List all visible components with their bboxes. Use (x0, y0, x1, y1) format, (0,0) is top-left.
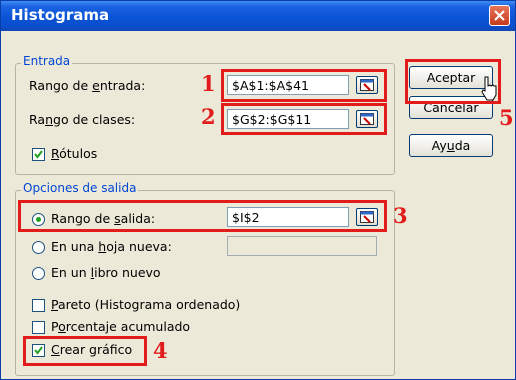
hoja-nueva-label: En una hoja nueva: (51, 239, 172, 254)
annotation-number-3: 3 (393, 203, 408, 228)
rotulos-label: Rótulos (51, 146, 98, 161)
libro-nuevo-label: En un libro nuevo (51, 265, 161, 280)
histograma-dialog: Histograma Entrada Rango de entrada: $A$… (0, 0, 516, 380)
entrada-legend: Entrada (21, 54, 73, 68)
close-icon (494, 10, 505, 21)
hoja-nueva-radio[interactable] (32, 241, 45, 254)
rango-entrada-label: Rango de entrada: (29, 78, 146, 93)
porcentaje-checkbox[interactable] (32, 321, 45, 334)
salida-legend: Opciones de salida (21, 181, 139, 195)
annotation-number-1: 1 (201, 71, 216, 96)
annotation-number-5: 5 (499, 105, 514, 130)
rango-clases-label: Rango de clases: (29, 112, 136, 127)
checkmark-icon (34, 150, 43, 159)
pareto-checkbox[interactable] (32, 299, 45, 312)
annotation-number-2: 2 (201, 104, 216, 129)
highlight-box-2 (221, 103, 387, 135)
porcentaje-label: Porcentaje acumulado (51, 319, 191, 334)
ayuda-button[interactable]: Ayuda (409, 134, 493, 157)
highlight-box-3 (18, 200, 387, 232)
window-title: Histograma (11, 6, 110, 24)
close-button[interactable] (489, 5, 510, 26)
highlight-box-1 (221, 69, 387, 102)
annotation-number-4: 4 (153, 338, 168, 363)
rotulos-checkbox[interactable] (32, 148, 45, 161)
hoja-nueva-input[interactable] (227, 236, 377, 256)
highlight-box-4 (23, 336, 147, 366)
pareto-label: Pareto (Histograma ordenado) (51, 297, 241, 312)
highlight-box-5 (405, 59, 501, 104)
libro-nuevo-radio[interactable] (32, 267, 45, 280)
title-bar[interactable]: Histograma (1, 1, 515, 31)
